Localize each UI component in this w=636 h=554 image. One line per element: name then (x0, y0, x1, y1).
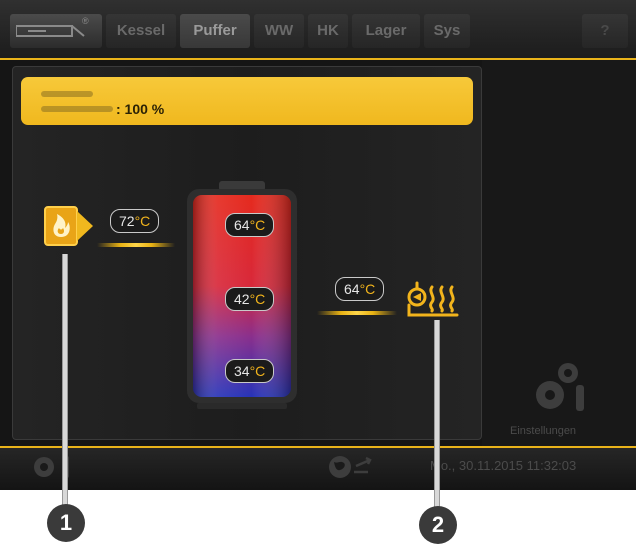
buffer-bottom-value: 34 (234, 363, 250, 379)
tab-lager[interactable]: Lager (352, 14, 420, 48)
buffer-top-unit: °C (249, 217, 266, 233)
status-box[interactable]: : 100 % (21, 77, 473, 125)
callout-2: 2 (419, 506, 457, 544)
tab-kessel[interactable]: Kessel (106, 14, 176, 48)
tab-hk[interactable]: HK (308, 14, 348, 48)
blurred-status-label (41, 106, 113, 112)
bottom-gear-icon (34, 456, 69, 478)
registered-mark: ® (82, 16, 89, 26)
source-temperature: 72°C (110, 209, 160, 233)
datetime: Mo., 30.11.2015 11:32:03 (430, 458, 577, 473)
heating-temperature-unit: °C (359, 281, 376, 297)
callout-line-1 (62, 254, 68, 506)
buffer-middle-unit: °C (249, 291, 266, 307)
buffer-top-value: 64 (234, 217, 250, 233)
callout-line-2 (434, 320, 440, 508)
heating-flow-line (317, 311, 397, 315)
heat-source[interactable] (43, 203, 95, 254)
eta-logo[interactable]: ® (10, 14, 102, 48)
buffer-panel: : 100 % 72°C 64°C 42°C 34°C 64°C (12, 66, 482, 440)
buffer-middle-value: 42 (234, 291, 250, 307)
settings-label[interactable]: Einstellungen (510, 425, 576, 437)
source-temperature-value: 72 (119, 213, 135, 229)
network-button[interactable] (326, 452, 374, 487)
source-temperature-unit: °C (134, 213, 151, 229)
globe-network-icon (329, 456, 372, 478)
buffer-top-temperature: 64°C (225, 213, 275, 237)
heating-circuit-icon (407, 281, 459, 317)
heating-temperature-value: 64 (344, 281, 360, 297)
bottom-settings-button[interactable] (28, 452, 78, 487)
touch-screen: ® Kessel Puffer WW HK Lager Sys ? Einste… (0, 0, 636, 490)
fire-source-icon (44, 206, 93, 246)
help-button[interactable]: ? (582, 14, 628, 48)
tab-puffer[interactable]: Puffer (180, 14, 250, 48)
buffer-bottom-temperature: 34°C (225, 359, 275, 383)
blurred-status-text (41, 91, 93, 97)
settings-gear-icon (536, 363, 584, 411)
tab-ww[interactable]: WW (254, 14, 304, 48)
heating-temperature: 64°C (335, 277, 385, 301)
callout-1: 1 (47, 504, 85, 542)
status-value: : 100 % (116, 101, 165, 117)
buffer-bottom-unit: °C (249, 363, 266, 379)
tab-bar: ® Kessel Puffer WW HK Lager Sys ? (0, 0, 636, 60)
buffer-middle-temperature: 42°C (225, 287, 275, 311)
source-flow-line (97, 243, 175, 247)
tab-sys[interactable]: Sys (424, 14, 470, 48)
settings-button[interactable] (528, 355, 588, 426)
